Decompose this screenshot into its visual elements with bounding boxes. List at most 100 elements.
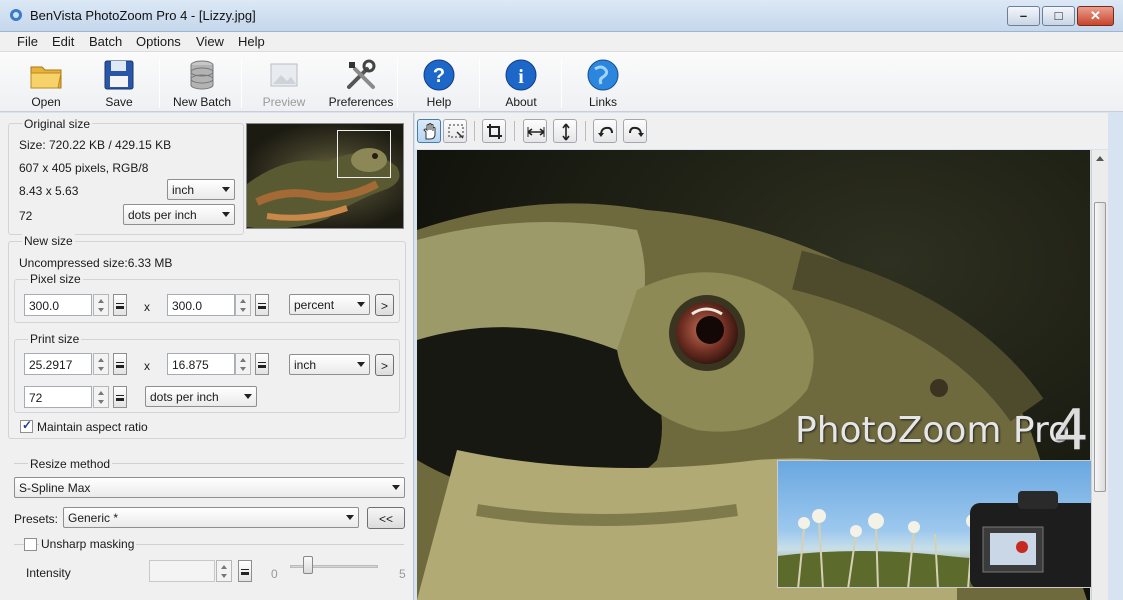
zoom-region-rectangle[interactable]: [337, 130, 391, 178]
maximize-button[interactable]: □: [1042, 6, 1075, 26]
print-unit-select[interactable]: inch: [289, 354, 370, 375]
maintain-aspect-checkbox[interactable]: [20, 418, 33, 433]
crop-icon: [487, 124, 502, 139]
camera-promo-image: [778, 491, 1115, 587]
spin-down-icon: [221, 574, 227, 578]
resize-method-value: S-Spline Max: [19, 481, 91, 495]
preview-button[interactable]: Preview: [246, 55, 322, 111]
svg-text:?: ?: [433, 65, 445, 87]
maintain-aspect-label: Maintain aspect ratio: [37, 420, 148, 434]
open-button[interactable]: Open: [8, 55, 84, 111]
pixel-width-spinner[interactable]: [93, 294, 109, 316]
help-button[interactable]: ? Help: [401, 55, 477, 111]
menu-bar: File Edit Batch Options View Help: [0, 32, 1123, 52]
spin-down-icon: [98, 308, 104, 312]
spin-down-icon: [240, 367, 246, 371]
pan-tool-button[interactable]: [417, 119, 441, 143]
more-label: >: [380, 359, 388, 373]
pixel-unit-select[interactable]: percent: [289, 294, 370, 315]
svg-text:i: i: [518, 66, 524, 88]
preferences-button[interactable]: Preferences: [319, 55, 403, 111]
pixel-height-options-button[interactable]: [255, 294, 269, 316]
scroll-up-icon[interactable]: [1096, 156, 1104, 161]
minimize-button[interactable]: –: [1007, 6, 1040, 26]
toolbar-separator: [397, 58, 398, 108]
close-button[interactable]: ✕: [1077, 6, 1114, 26]
print-resolution-options-button[interactable]: [113, 386, 127, 408]
links-label: Links: [588, 95, 617, 109]
fit-height-button[interactable]: [553, 119, 577, 143]
database-stack-icon: [190, 60, 214, 90]
open-label: Open: [31, 95, 61, 109]
intensity-options-button[interactable]: [238, 560, 252, 582]
save-label: Save: [105, 95, 133, 109]
intensity-slider-handle[interactable]: [303, 556, 313, 574]
pixel-height-input[interactable]: 300.0: [167, 294, 235, 316]
preview-image-icon: [270, 63, 298, 87]
print-width-options-button[interactable]: [113, 353, 127, 375]
save-button[interactable]: Save: [81, 55, 157, 111]
pixel-height-value: 300.0: [172, 299, 203, 313]
menu-options[interactable]: Options: [136, 34, 181, 49]
crop-button[interactable]: [482, 119, 506, 143]
spin-down-icon: [98, 400, 104, 404]
unsharp-masking-checkbox[interactable]: [24, 538, 37, 551]
original-pixel-size: 607 x 405 pixels, RGB/8: [19, 161, 149, 175]
menu-edit[interactable]: Edit: [52, 34, 74, 49]
original-res-unit-value: dots per inch: [128, 208, 197, 222]
pixel-height-spinner[interactable]: [235, 294, 251, 316]
print-height-spinner[interactable]: [235, 353, 251, 375]
menu-help[interactable]: Help: [238, 34, 265, 49]
pixel-x-separator: x: [144, 300, 150, 314]
menu-batch[interactable]: Batch: [89, 34, 122, 49]
resize-method-select[interactable]: S-Spline Max: [14, 477, 405, 498]
uncompressed-size: Uncompressed size:6.33 MB: [19, 256, 173, 270]
pixel-unit-value: percent: [294, 298, 335, 312]
print-width-input[interactable]: 25.2917: [24, 353, 92, 375]
links-button[interactable]: Links: [565, 55, 641, 111]
print-resolution-spinner[interactable]: [93, 386, 109, 408]
toolbar-separator: [159, 58, 160, 108]
original-unit-select[interactable]: inch: [167, 179, 235, 200]
rotate-right-icon: [629, 126, 644, 137]
print-width-spinner[interactable]: [93, 353, 109, 375]
print-size-more-button[interactable]: >: [375, 354, 394, 376]
brand-name: PhotoZoom Pro: [795, 410, 1071, 451]
globe-icon: [587, 59, 619, 91]
presets-value: Generic *: [68, 511, 119, 525]
presets-label: Presets:: [14, 512, 59, 526]
presets-select[interactable]: Generic *: [63, 507, 359, 528]
crop-select-tool-button[interactable]: [443, 119, 467, 143]
intensity-input[interactable]: [149, 560, 215, 582]
original-size-heading: Original size: [22, 117, 93, 131]
rotate-right-button[interactable]: [623, 119, 647, 143]
pixel-size-more-button[interactable]: >: [375, 294, 394, 316]
options-icon: [258, 362, 266, 368]
chevron-down-icon: [357, 362, 365, 367]
print-unit-value: inch: [294, 358, 317, 372]
navigator-thumbnail[interactable]: [246, 123, 404, 229]
marquee-select-icon: [448, 124, 464, 139]
scrollbar-thumb[interactable]: [1094, 202, 1106, 492]
spin-up-icon: [221, 565, 227, 569]
rotate-left-button[interactable]: [593, 119, 617, 143]
info-icon: i: [505, 59, 537, 91]
pixel-width-input[interactable]: 300.0: [24, 294, 92, 316]
intensity-spinner[interactable]: [216, 560, 232, 582]
folder-icon: [30, 66, 62, 89]
original-file-size: Size: 720.22 KB / 429.15 KB: [19, 138, 172, 152]
pixel-width-options-button[interactable]: [113, 294, 127, 316]
menu-file[interactable]: File: [17, 34, 38, 49]
print-resolution-input[interactable]: 72: [24, 386, 92, 408]
fit-width-button[interactable]: [523, 119, 547, 143]
vertical-scrollbar[interactable]: [1091, 150, 1108, 600]
presets-collapse-button[interactable]: <<: [367, 507, 405, 529]
original-res-unit-select[interactable]: dots per inch: [123, 204, 235, 225]
chevron-down-icon: [346, 515, 354, 520]
about-button[interactable]: i About: [483, 55, 559, 111]
print-height-input[interactable]: 16.875: [167, 353, 235, 375]
print-res-unit-select[interactable]: dots per inch: [145, 386, 257, 407]
print-height-options-button[interactable]: [255, 353, 269, 375]
new-batch-button[interactable]: New Batch: [164, 55, 240, 111]
menu-view[interactable]: View: [196, 34, 224, 49]
